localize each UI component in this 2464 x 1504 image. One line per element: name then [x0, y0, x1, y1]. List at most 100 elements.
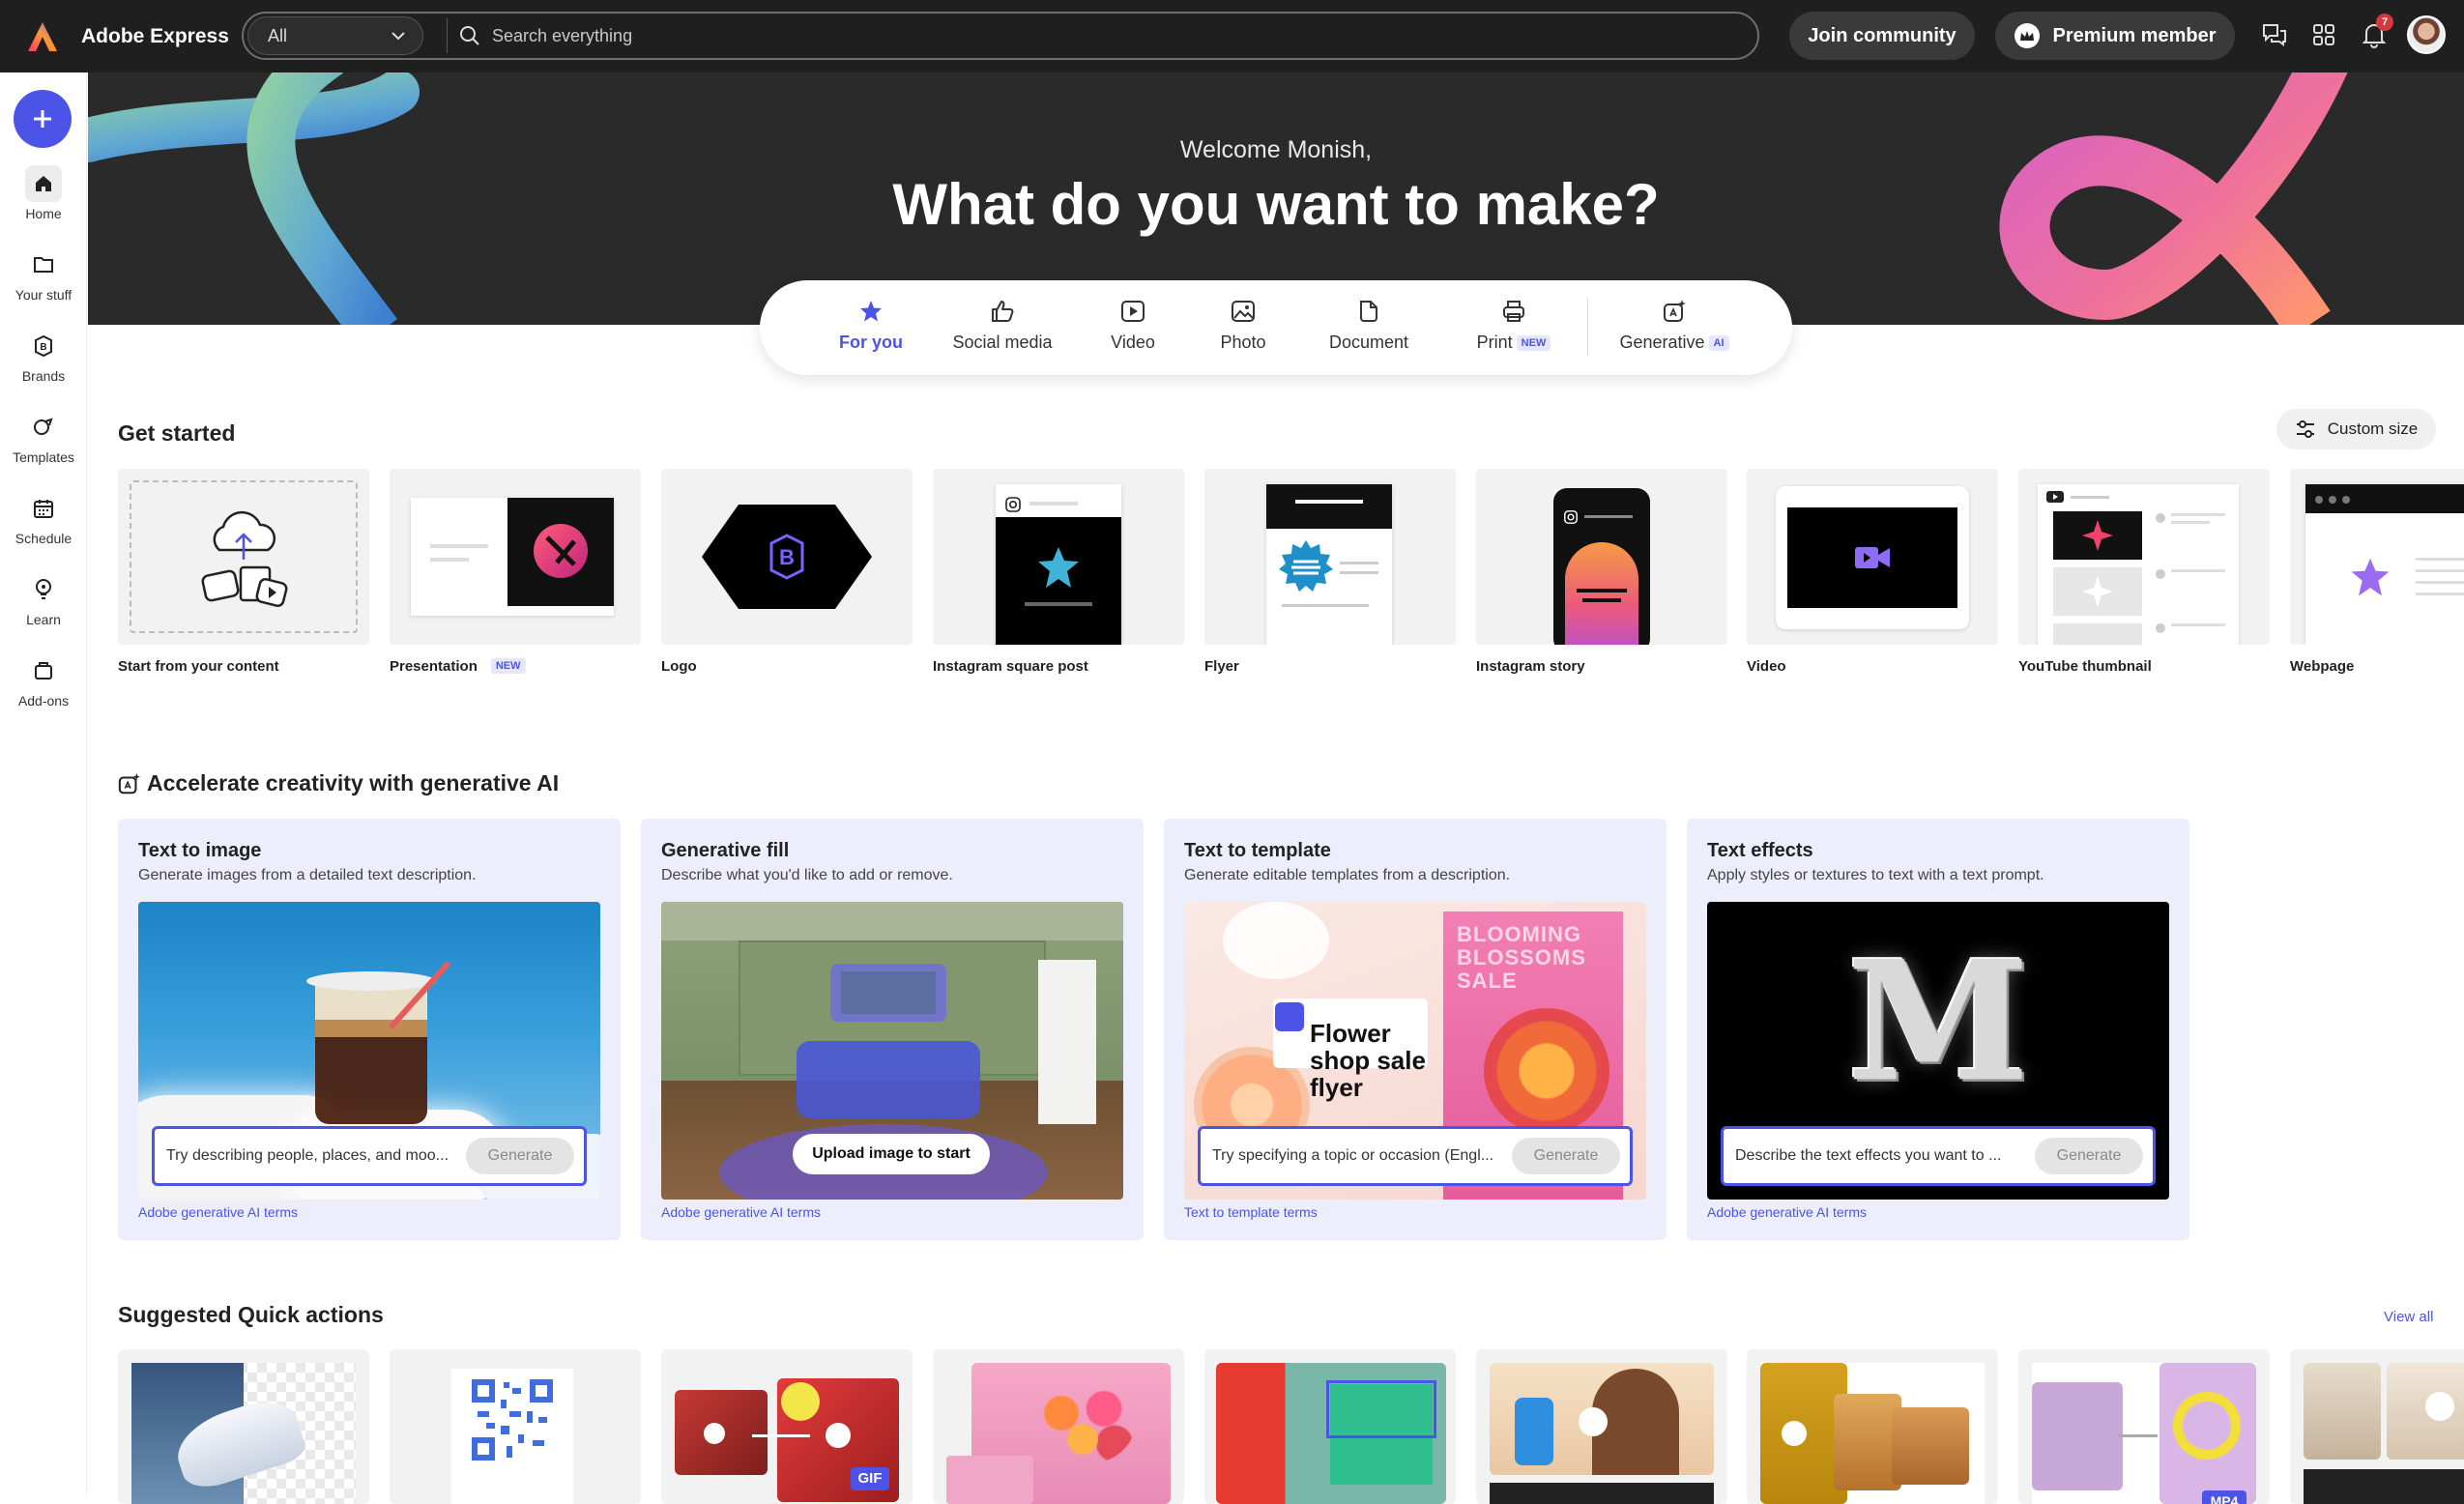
- notifications-bell-icon[interactable]: 7: [2359, 14, 2393, 50]
- play-icon: [1085, 298, 1181, 325]
- tab-print[interactable]: Print NEW: [1465, 298, 1562, 353]
- create-new-button[interactable]: [14, 90, 72, 148]
- premium-member-label: Premium member: [2052, 24, 2217, 46]
- custom-size-button[interactable]: Custom size: [2276, 409, 2436, 449]
- tab-generative-text: Generative: [1619, 333, 1705, 352]
- join-community-button[interactable]: Join community: [1789, 12, 1975, 60]
- card-instagram-square-post[interactable]: Instagram square post: [933, 469, 1184, 675]
- text-to-image-input[interactable]: [166, 1147, 466, 1165]
- ai-section-title: Accelerate creativity with generative AI: [147, 770, 560, 795]
- search-scope-dropdown[interactable]: All: [247, 16, 423, 55]
- upload-image-button[interactable]: Upload image to start: [793, 1134, 990, 1174]
- card-label: YouTube thumbnail: [2018, 658, 2152, 675]
- sidebar-item-your-stuff[interactable]: Your stuff: [0, 246, 87, 303]
- quick-action-convert-to-gif[interactable]: GIF: [661, 1349, 913, 1504]
- card-label: Instagram story: [1476, 658, 1585, 675]
- poster-text: BLOOMING BLOSSOMS SALE: [1457, 922, 1586, 993]
- tab-photo[interactable]: Photo: [1195, 298, 1291, 353]
- search-input[interactable]: [492, 25, 1652, 46]
- apps-grid-icon[interactable]: [2308, 19, 2339, 50]
- image-icon: [1195, 298, 1291, 325]
- card-start-from-content[interactable]: Start from your content: [118, 469, 369, 675]
- sidebar-item-add-ons[interactable]: Add-ons: [0, 652, 87, 709]
- ai-terms-link[interactable]: Adobe generative AI terms: [661, 1204, 821, 1220]
- top-bar: Adobe Express All Join community Premium…: [0, 0, 2464, 72]
- quick-action-qr-code[interactable]: [390, 1349, 641, 1504]
- text-effects-input[interactable]: [1735, 1147, 2035, 1165]
- tab-document[interactable]: Document: [1311, 298, 1427, 353]
- sidebar-item-brands[interactable]: B Brands: [0, 328, 87, 384]
- search-icon: [460, 26, 479, 45]
- sidebar-item-learn[interactable]: Learn: [0, 571, 87, 627]
- card-flyer[interactable]: Flyer: [1204, 469, 1456, 675]
- sidebar-item-label: Add-ons: [17, 693, 70, 709]
- quick-action-convert-to-mp4[interactable]: MP4: [2018, 1349, 2270, 1504]
- addons-icon: [25, 652, 62, 689]
- svg-text:B: B: [779, 545, 795, 569]
- premium-member-button[interactable]: Premium member: [1995, 12, 2235, 60]
- quick-action-resize-video[interactable]: [1747, 1349, 1998, 1504]
- generate-button[interactable]: Generate: [2035, 1138, 2143, 1174]
- generate-button[interactable]: Generate: [466, 1138, 574, 1174]
- welcome-text: Welcome Monish,: [1179, 136, 1373, 163]
- tab-social-media[interactable]: Social media: [949, 298, 1056, 353]
- template-terms-link[interactable]: Text to template terms: [1184, 1204, 1318, 1220]
- templates-icon: [25, 409, 62, 446]
- card-video[interactable]: Video: [1747, 469, 1998, 675]
- sidebar-item-schedule[interactable]: Schedule: [0, 490, 87, 546]
- ai-card-description: Describe what you'd like to add or remov…: [661, 867, 953, 883]
- card-youtube-thumbnail[interactable]: YouTube thumbnail: [2018, 469, 2270, 675]
- video-camera-icon: [1855, 547, 1890, 568]
- text-effect-letter: M: [1846, 925, 2030, 1118]
- tab-for-you[interactable]: For you: [818, 298, 924, 353]
- card-webpage[interactable]: Webpage: [2290, 469, 2464, 675]
- ai-card-generative-fill[interactable]: Generative fill Describe what you'd like…: [641, 819, 1144, 1240]
- user-avatar[interactable]: [2407, 15, 2446, 54]
- card-thumbnail: [390, 469, 641, 645]
- quick-action-crop-image[interactable]: [1204, 1349, 1456, 1504]
- ai-card-text-effects[interactable]: Text effects Apply styles or textures to…: [1687, 819, 2189, 1240]
- sidebar-item-label: Templates: [13, 449, 74, 465]
- ai-card-text-to-template[interactable]: Text to template Generate editable templ…: [1164, 819, 1667, 1240]
- ai-card-title: Text to template: [1184, 840, 1331, 861]
- text-to-template-input[interactable]: [1212, 1147, 1512, 1165]
- tab-video[interactable]: Video: [1085, 298, 1181, 353]
- adobe-express-logo-icon: [28, 21, 57, 51]
- card-instagram-story[interactable]: Instagram story: [1476, 469, 1727, 675]
- search-scope-value: All: [268, 25, 288, 45]
- view-all-link[interactable]: View all: [2384, 1309, 2433, 1325]
- quick-action-trim-video[interactable]: [1476, 1349, 1727, 1504]
- brand-icon: B: [25, 328, 62, 364]
- thumbs-up-icon: [949, 298, 1056, 325]
- sidebar-item-templates[interactable]: Templates: [0, 409, 87, 465]
- tab-generative[interactable]: Generative AI: [1607, 298, 1742, 353]
- new-badge: NEW: [490, 658, 526, 674]
- quick-action-merge-videos[interactable]: [2290, 1349, 2464, 1504]
- ai-terms-link[interactable]: Adobe generative AI terms: [1707, 1204, 1867, 1220]
- feedback-icon[interactable]: [2259, 19, 2290, 50]
- brand[interactable]: Adobe Express: [25, 19, 229, 54]
- custom-size-label: Custom size: [2327, 419, 2419, 438]
- instagram-icon: [1005, 497, 1021, 512]
- crown-icon: [2014, 23, 2040, 48]
- sidebar-item-home[interactable]: Home: [0, 165, 87, 221]
- qr-code-icon: [472, 1379, 553, 1461]
- chevron-down-icon: [391, 32, 405, 41]
- ai-card-text-to-image[interactable]: Text to image Generate images from a det…: [118, 819, 621, 1240]
- card-thumbnail: [118, 469, 369, 645]
- generate-button[interactable]: Generate: [1512, 1138, 1620, 1174]
- card-label-text: Presentation: [390, 658, 478, 675]
- card-presentation[interactable]: Presentation NEW: [390, 469, 641, 675]
- quick-action-resize-image[interactable]: [933, 1349, 1184, 1504]
- quick-action-remove-background[interactable]: [118, 1349, 369, 1504]
- new-badge: NEW: [1516, 335, 1551, 351]
- sidebar-item-label: Learn: [26, 612, 61, 627]
- gif-badge: GIF: [851, 1467, 889, 1490]
- folder-icon: [25, 246, 62, 283]
- card-logo[interactable]: B Logo: [661, 469, 913, 675]
- ai-terms-link[interactable]: Adobe generative AI terms: [138, 1204, 298, 1220]
- card-thumbnail: [2290, 469, 2464, 645]
- app-name: Adobe Express: [81, 24, 229, 47]
- tab-label: Video: [1111, 333, 1155, 352]
- ai-card-description: Generate images from a detailed text des…: [138, 867, 477, 883]
